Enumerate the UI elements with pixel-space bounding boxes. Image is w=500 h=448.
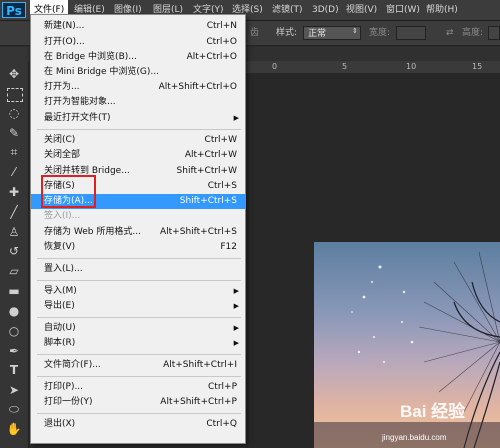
antialias-label: 齿 [250, 28, 260, 38]
hand-tool-icon[interactable]: ✋ [5, 420, 23, 438]
menu-filter[interactable]: 滤镜(T) [268, 0, 307, 20]
width-input[interactable] [396, 26, 426, 40]
menu-item-exit[interactable]: 退出(X) Ctrl+Q [31, 417, 245, 432]
menu-item-new[interactable]: 新建(N)... Ctrl+N [31, 19, 245, 34]
dodge-tool-icon[interactable]: ○ [5, 322, 23, 340]
brush-tool-icon[interactable]: ╱ [5, 203, 23, 221]
baidu-jingyan-watermark: Bai 经验 [400, 402, 466, 421]
history-brush-tool-icon[interactable]: ↺ [5, 242, 23, 260]
width-label: 宽度: [369, 28, 391, 38]
menu-separator [37, 129, 241, 130]
menu-separator [37, 376, 241, 377]
menu-item-import[interactable]: 导入(M) ▶ [31, 284, 245, 299]
menu-window[interactable]: 窗口(W) [382, 0, 424, 20]
eraser-tool-icon[interactable]: ▱ [5, 262, 23, 280]
submenu-arrow-icon: ▶ [233, 114, 239, 122]
watermark-url: jingyan.baidu.com [382, 433, 447, 442]
ruler-tick: 0 [272, 62, 278, 71]
highlight-annotation-box [41, 175, 96, 208]
menu-item-automate[interactable]: 自动(U) ▶ [31, 321, 245, 336]
path-select-tool-icon[interactable]: ➤ [5, 381, 23, 399]
move-tool-icon[interactable]: ✥ [5, 65, 23, 83]
submenu-arrow-icon: ▶ [233, 302, 239, 310]
marquee-tool-icon[interactable] [7, 88, 23, 102]
menu-item-close[interactable]: 关闭(C) Ctrl+W [31, 133, 245, 148]
menu-item-place[interactable]: 置入(L)... [31, 262, 245, 277]
height-label: 高度: [462, 28, 484, 38]
type-tool-icon[interactable]: T [5, 361, 23, 379]
menu-item-open[interactable]: 打开(O)... Ctrl+O [31, 35, 245, 50]
ellipse-shape-tool-icon[interactable]: ⬭ [5, 400, 23, 418]
menu-item-check-in: 签入(I)... [44, 211, 81, 221]
menu-separator [37, 354, 241, 355]
menu-item-open-smart-object[interactable]: 打开为智能对象... [31, 95, 245, 110]
menu-separator [37, 258, 241, 259]
menu-separator [37, 280, 241, 281]
menu-item-close-all[interactable]: 关闭全部 Alt+Ctrl+W [31, 148, 245, 163]
gradient-tool-icon[interactable]: ▬ [5, 282, 23, 300]
menu-item-scripts[interactable]: 脚本(R) ▶ [31, 336, 245, 351]
clone-stamp-tool-icon[interactable]: ♙ [5, 223, 23, 241]
height-input[interactable] [488, 26, 500, 40]
menu-help[interactable]: 帮助(H) [422, 0, 462, 20]
menu-item-file-info[interactable]: 文件简介(F)... Alt+Shift+Ctrl+I [31, 358, 245, 373]
chevron-down-icon: ⇕ [352, 27, 358, 35]
menu-3d[interactable]: 3D(D) [308, 0, 343, 20]
menu-item-browse-mini-bridge[interactable]: 在 Mini Bridge 中浏览(G)... [31, 65, 245, 80]
menu-item-save-for-web[interactable]: 存储为 Web 所用格式... Alt+Shift+Ctrl+S [31, 225, 245, 240]
ruler-tick: 5 [342, 62, 348, 71]
ruler-tick: 15 [472, 62, 483, 71]
style-label: 样式: [276, 28, 298, 38]
blur-tool-icon[interactable]: ● [5, 302, 23, 320]
eyedropper-tool-icon[interactable]: ⁄ [5, 163, 23, 181]
swap-icon[interactable]: ⇄ [446, 26, 454, 40]
lasso-tool-icon[interactable]: ◌ [5, 104, 23, 122]
submenu-arrow-icon: ▶ [233, 287, 239, 295]
menu-item-recent-files[interactable]: 最近打开文件(T) ▶ [31, 111, 245, 126]
menu-item-print-one-copy[interactable]: 打印一份(Y) Alt+Shift+Ctrl+P [31, 395, 245, 410]
menu-item-open-as[interactable]: 打开为... Alt+Shift+Ctrl+O [31, 80, 245, 95]
crop-tool-icon[interactable]: ⌗ [5, 143, 23, 161]
menu-item-export[interactable]: 导出(E) ▶ [31, 299, 245, 314]
menu-separator [37, 413, 241, 414]
ruler-tick: 10 [406, 62, 417, 71]
pen-tool-icon[interactable]: ✒ [5, 342, 23, 360]
menu-view[interactable]: 视图(V) [342, 0, 381, 20]
menu-item-print[interactable]: 打印(P)... Ctrl+P [31, 380, 245, 395]
submenu-arrow-icon: ▶ [233, 324, 239, 332]
photoshop-logo: Ps [2, 2, 26, 18]
quick-select-tool-icon[interactable]: ✎ [5, 124, 23, 142]
healing-brush-tool-icon[interactable]: ✚ [5, 183, 23, 201]
menu-item-revert[interactable]: 恢复(V) F12 [31, 240, 245, 255]
menu-item-browse-bridge[interactable]: 在 Bridge 中浏览(B)... Alt+Ctrl+O [31, 50, 245, 65]
menu-separator [37, 317, 241, 318]
submenu-arrow-icon: ▶ [233, 339, 239, 347]
